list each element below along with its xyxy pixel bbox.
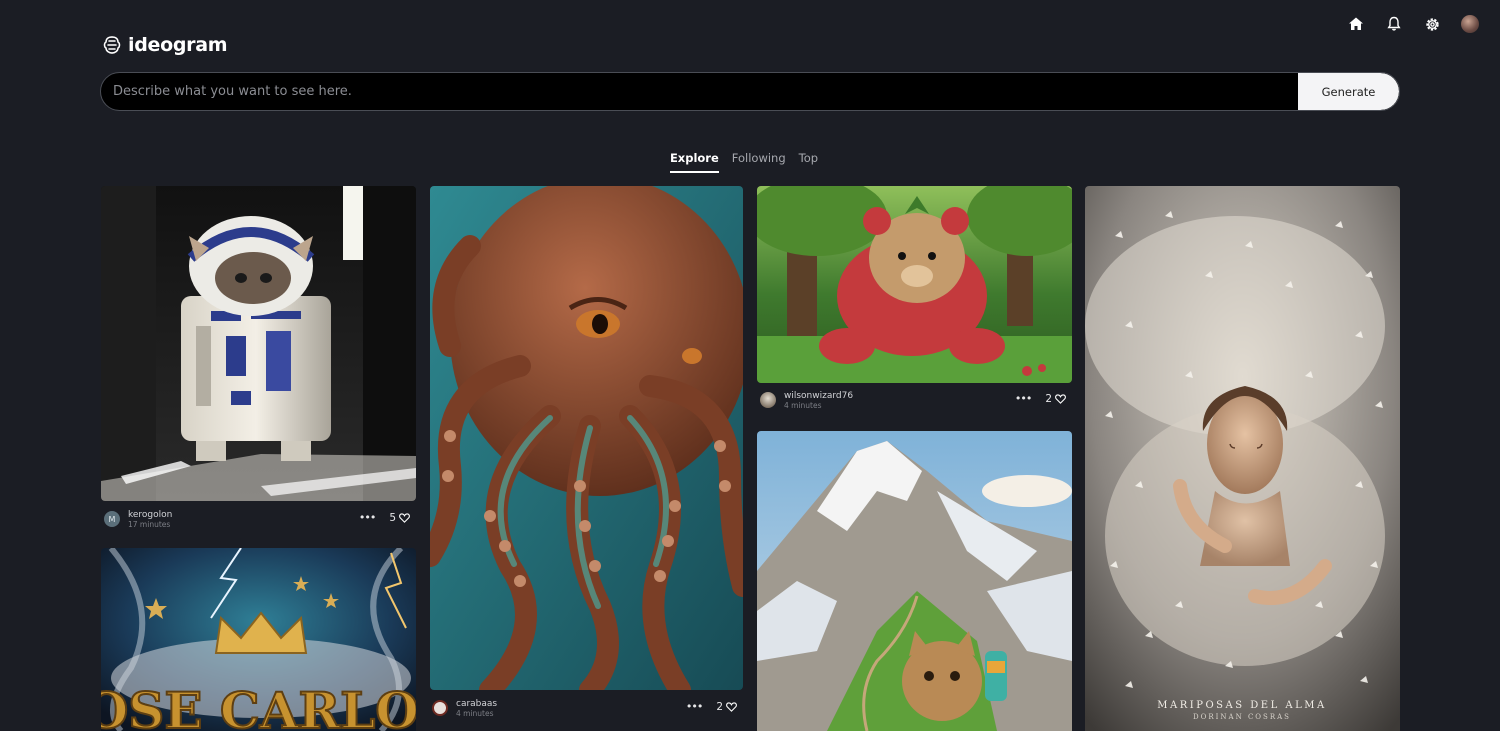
- poster-title: MARIPOSAS DEL ALMA: [1157, 700, 1326, 711]
- top-nav: [1346, 14, 1480, 34]
- gallery-image-butterfly-woman[interactable]: MARIPOSAS DEL ALMA DORINAN COSRAS: [1085, 186, 1400, 731]
- tab-following[interactable]: Following: [732, 151, 786, 173]
- home-icon[interactable]: [1346, 14, 1366, 34]
- prompt-input[interactable]: [101, 73, 1298, 110]
- timestamp: 4 minutes: [784, 400, 822, 410]
- like-button[interactable]: 2: [716, 701, 737, 713]
- prompt-bar: Generate: [100, 72, 1400, 111]
- tab-top[interactable]: Top: [799, 151, 818, 173]
- gear-icon[interactable]: [1422, 14, 1442, 34]
- like-button[interactable]: 5: [389, 512, 410, 524]
- app-name: ideogram: [128, 34, 228, 56]
- gallery-image-robot-kitten[interactable]: [101, 186, 416, 501]
- poster-subtitle: DORINAN COSRAS: [1193, 713, 1291, 721]
- heart-icon: [399, 512, 410, 523]
- card-meta: carabaas 4 minutes ••• 2: [432, 695, 743, 721]
- tab-explore[interactable]: Explore: [669, 151, 719, 173]
- more-options-icon[interactable]: •••: [1015, 392, 1032, 405]
- like-count: 2: [1045, 392, 1052, 405]
- feed-tabs: Explore Following Top: [0, 151, 1500, 173]
- avatar: [1461, 15, 1479, 33]
- gallery-image-crown-poster[interactable]: JOSE CARLOS: [101, 548, 416, 731]
- gallery-image-octopus[interactable]: [430, 186, 743, 690]
- like-button[interactable]: 2: [1045, 393, 1066, 405]
- brain-logo-icon: [103, 36, 121, 54]
- avatar[interactable]: [432, 700, 448, 716]
- avatar[interactable]: M: [104, 511, 120, 527]
- like-count: 2: [716, 700, 723, 713]
- more-options-icon[interactable]: •••: [686, 700, 703, 713]
- heart-icon: [1055, 393, 1066, 404]
- gallery-image-mountain-cat[interactable]: [757, 431, 1072, 731]
- profile-avatar[interactable]: [1460, 14, 1480, 34]
- username[interactable]: wilsonwizard76: [784, 391, 853, 401]
- heart-icon: [726, 701, 737, 712]
- card-meta: M kerogolon 17 minutes ••• 5: [104, 506, 416, 532]
- generate-button[interactable]: Generate: [1298, 73, 1399, 110]
- like-count: 5: [389, 511, 396, 524]
- bell-icon[interactable]: [1384, 14, 1404, 34]
- poster-text: JOSE CARLOS: [101, 681, 416, 731]
- gallery-image-strawberry-bear[interactable]: [757, 186, 1072, 383]
- username[interactable]: carabaas: [456, 699, 497, 709]
- username[interactable]: kerogolon: [128, 510, 172, 520]
- ideogram-logo[interactable]: ideogram: [101, 34, 228, 56]
- avatar[interactable]: [760, 392, 776, 408]
- timestamp: 4 minutes: [456, 708, 494, 718]
- card-meta: wilsonwizard76 4 minutes ••• 2: [760, 387, 1072, 413]
- timestamp: 17 minutes: [128, 519, 171, 529]
- more-options-icon[interactable]: •••: [359, 511, 376, 524]
